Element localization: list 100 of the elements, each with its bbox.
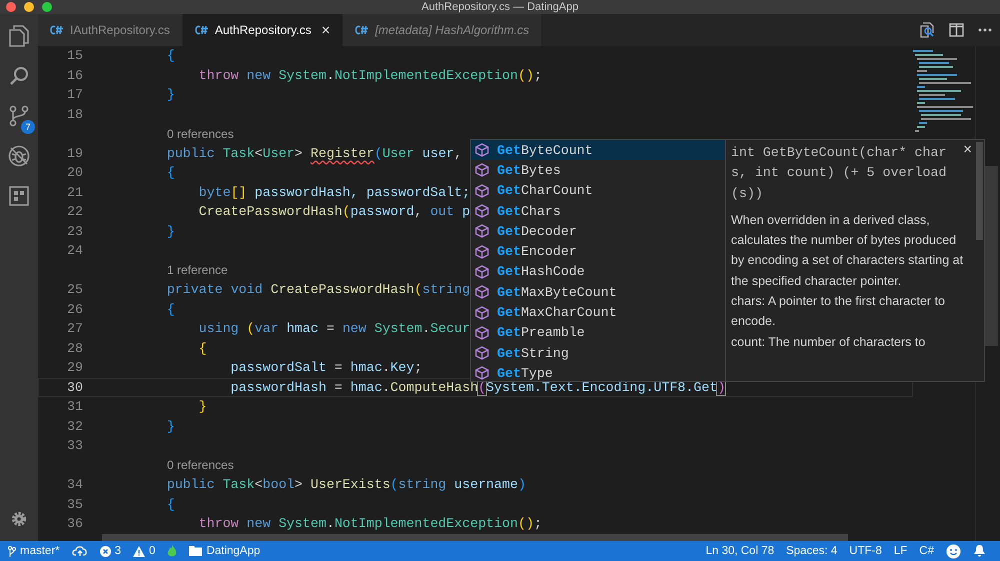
branch-icon xyxy=(8,546,16,556)
code-line: { xyxy=(166,302,175,317)
error-icon xyxy=(100,546,111,556)
suggestion-item[interactable]: GetPreamble xyxy=(471,322,725,343)
editor-tab[interactable]: AuthRepository.cs × xyxy=(182,14,344,46)
line-number: 30 xyxy=(66,380,84,395)
code-line: byte[] passwordHash, passwordSalt; xyxy=(198,184,470,200)
documentation-text: When overridden in a derived class, calculates the number of bytes produced by encoding a set of characters starting at the specified character pointer. xyxy=(731,212,964,290)
code-line: using (var hmac = new System.Secur xyxy=(198,321,470,336)
line-number: 29 xyxy=(66,360,84,376)
close-window-button[interactable] xyxy=(6,2,16,12)
documentation-text: count: The number of characters to xyxy=(731,334,926,351)
code-line: public Task<bool> UserExists(string username) xyxy=(166,477,526,492)
open-changes-icon[interactable] xyxy=(919,22,935,38)
split-editor-icon[interactable] xyxy=(949,23,964,37)
suggestion-item[interactable]: GetString xyxy=(471,342,725,364)
code-line: } xyxy=(166,224,175,239)
code-line: private void CreatePasswordHash(string xyxy=(166,282,470,298)
csharp-file-icon xyxy=(355,25,370,35)
line-number: 15 xyxy=(66,48,84,64)
line-number: 17 xyxy=(66,87,84,102)
vertical-scrollbar[interactable] xyxy=(984,166,998,346)
suggestion-item[interactable]: GetByteCount xyxy=(471,140,725,160)
changes-badge: 7 xyxy=(21,120,35,134)
editor-tab[interactable]: [metadata] HashAlgorithm.cs xyxy=(343,14,542,46)
cube-icon xyxy=(475,285,489,300)
horizontal-scrollbar[interactable] xyxy=(102,534,848,541)
minimize-window-button[interactable] xyxy=(24,2,34,12)
csharp-file-icon xyxy=(194,25,209,35)
line-number: 24 xyxy=(66,243,84,258)
line-number: 34 xyxy=(66,477,84,492)
cube-icon xyxy=(475,204,489,218)
line-number: 20 xyxy=(66,165,84,180)
status-item[interactable]: Ln 30, Col 78 xyxy=(706,545,774,557)
more-actions-icon[interactable] xyxy=(978,28,992,32)
files-icon[interactable] xyxy=(8,24,30,48)
line-number: 27 xyxy=(66,321,84,336)
code-line: } xyxy=(166,87,175,102)
warning-count[interactable]: 0 xyxy=(149,545,156,557)
search-icon[interactable] xyxy=(8,65,30,87)
details-scrollbar[interactable] xyxy=(976,142,983,240)
status-item[interactable]: Spaces: 4 xyxy=(786,545,838,557)
code-lens-link[interactable]: 0 references xyxy=(103,458,234,472)
suggestion-item[interactable]: GetCharCount xyxy=(471,180,725,201)
settings-icon[interactable] xyxy=(10,510,28,528)
suggestion-item[interactable]: GetChars xyxy=(471,200,725,222)
code-line: } xyxy=(198,399,207,414)
suggestion-item[interactable]: GetDecoder xyxy=(471,221,725,242)
status-item[interactable]: C# xyxy=(919,545,934,557)
code-line: { xyxy=(166,48,175,64)
suggestion-item[interactable]: GetMaxCharCount xyxy=(471,302,725,323)
status-item[interactable]: UTF-8 xyxy=(849,545,882,557)
cube-icon xyxy=(475,326,489,340)
method-signature: int GetByteCount(char* chars, int count) (+ 5 overload(s)) xyxy=(731,144,948,203)
documentation-text: chars: A pointer to the first character to encode. xyxy=(731,293,946,330)
suggestion-item[interactable]: GetHashCode xyxy=(471,262,725,282)
line-number: 22 xyxy=(66,204,84,220)
folder-name[interactable]: DatingApp xyxy=(206,545,260,557)
zoom-window-button[interactable] xyxy=(42,2,52,12)
cube-icon xyxy=(475,184,489,198)
warning-icon xyxy=(133,546,146,556)
bell-icon[interactable] xyxy=(973,544,986,558)
cube-icon xyxy=(475,163,489,178)
close-details-button[interactable]: × xyxy=(963,141,972,158)
code-line: } xyxy=(166,418,175,434)
cube-icon xyxy=(475,306,489,320)
code-line: passwordSalt = hmac.Key; xyxy=(230,360,422,376)
smiley-icon[interactable] xyxy=(946,544,961,558)
line-number: 33 xyxy=(66,438,84,454)
error-count[interactable]: 3 xyxy=(114,545,122,557)
line-number: 26 xyxy=(66,302,84,317)
status-item[interactable]: LF xyxy=(894,545,908,557)
line-number: 16 xyxy=(66,68,84,83)
code-line: public Task<User> Register(User user, xyxy=(166,146,462,161)
debug-icon[interactable] xyxy=(8,145,30,167)
code-line: CreatePasswordHash(password, out p xyxy=(198,204,470,220)
csharp-file-icon xyxy=(50,25,64,35)
code-lens-link[interactable]: 0 references xyxy=(103,126,234,141)
close-tab-button[interactable]: × xyxy=(321,22,330,38)
extensions-icon[interactable] xyxy=(9,186,29,206)
suggestion-item[interactable]: GetMaxByteCount xyxy=(471,282,725,302)
line-number: 23 xyxy=(66,224,84,239)
editor-tab[interactable]: IAuthRepository.cs xyxy=(38,14,183,46)
cube-icon xyxy=(475,224,489,238)
line-number: 19 xyxy=(66,146,84,161)
code-line: passwordHash = hmac.ComputeHash(System.Text.Encoding.UTF8.Get) xyxy=(230,380,726,395)
code-lens-link[interactable]: 1 reference xyxy=(103,263,228,278)
cube-icon xyxy=(475,346,489,360)
cube-icon xyxy=(475,244,489,259)
branch-name[interactable]: master* xyxy=(20,545,60,557)
suggestion-item[interactable]: GetEncoder xyxy=(471,241,725,262)
line-number: 36 xyxy=(66,516,84,532)
line-number: 21 xyxy=(66,184,84,200)
cloud-upload-icon[interactable] xyxy=(72,545,88,557)
line-number: 25 xyxy=(66,282,84,298)
code-line: { xyxy=(166,496,175,512)
cube-icon xyxy=(475,366,489,380)
cube-icon xyxy=(475,264,489,279)
line-number: 32 xyxy=(66,418,84,434)
suggestion-item[interactable]: GetBytes xyxy=(471,160,725,181)
